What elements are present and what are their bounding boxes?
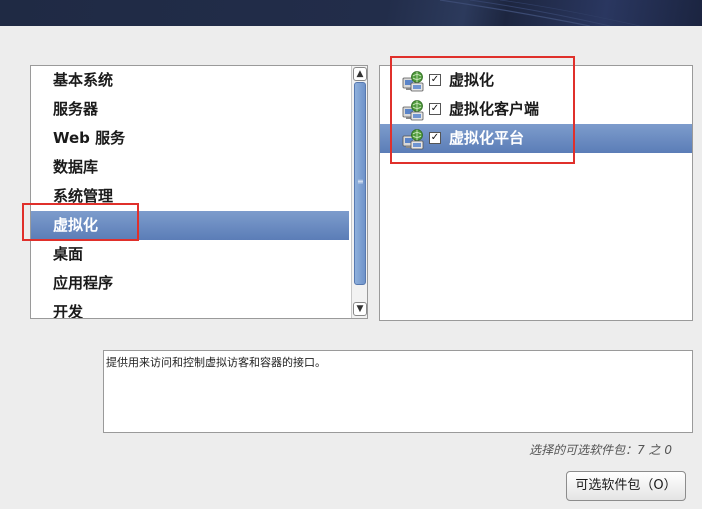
arrow-up-icon[interactable]: ▲ <box>353 67 367 81</box>
package-description: 提供用来访问和控制虚拟访客和容器的接口。 <box>103 350 693 433</box>
category-item[interactable]: Web 服务 <box>31 124 349 153</box>
computer-network-icon <box>402 99 424 121</box>
computer-network-icon <box>402 70 424 92</box>
package-label: 虚拟化平台 <box>449 129 525 147</box>
category-item[interactable]: 基本系统 <box>31 66 349 95</box>
selected-count: 选择的可选软件包：7 之 0 <box>529 443 672 457</box>
category-item[interactable]: 虚拟化 <box>31 211 349 240</box>
category-item[interactable]: 应用程序 <box>31 269 349 298</box>
banner-decoration <box>439 0 641 26</box>
category-label: 开发 <box>53 303 84 319</box>
scrollbar-thumb[interactable]: ≡ <box>354 82 366 285</box>
category-item[interactable]: 系统管理 <box>31 182 349 211</box>
package-checkbox[interactable]: ✓ <box>429 74 441 86</box>
top-banner <box>0 0 702 26</box>
package-label: 虚拟化 <box>449 71 495 89</box>
category-list[interactable]: 基本系统服务器 Web 服务 数据库系统管理虚拟化桌面应用程序开发 ▲ ≡ ▼ <box>30 65 368 319</box>
category-label: Web 服务 <box>53 129 126 147</box>
category-label: 数据库 <box>53 158 99 176</box>
arrow-down-icon[interactable]: ▼ <box>353 302 367 316</box>
category-label: 基本系统 <box>53 71 114 89</box>
package-checkbox[interactable]: ✓ <box>429 103 441 115</box>
package-label: 虚拟化客户端 <box>449 100 540 118</box>
category-item[interactable]: 桌面 <box>31 240 349 269</box>
category-item[interactable]: 开发 <box>31 298 349 319</box>
category-scrollbar[interactable]: ▲ ≡ ▼ <box>351 66 367 318</box>
package-item[interactable]: ✓ 虚拟化客户端 <box>380 95 692 124</box>
optional-packages-button[interactable]: 可选软件包（O） <box>566 471 686 501</box>
category-label: 系统管理 <box>53 187 114 205</box>
category-item[interactable]: 数据库 <box>31 153 349 182</box>
checkmark-icon: ✓ <box>430 132 440 143</box>
package-checkbox[interactable]: ✓ <box>429 132 441 144</box>
package-list[interactable]: ✓ 虚拟化 ✓ 虚拟化客户端 ✓ 虚拟化平台 <box>379 65 693 321</box>
category-item[interactable]: 服务器 <box>31 95 349 124</box>
checkmark-icon: ✓ <box>430 103 440 114</box>
category-label: 应用程序 <box>53 274 114 292</box>
category-label: 虚拟化 <box>53 216 99 234</box>
description-text: 提供用来访问和控制虚拟访客和容器的接口。 <box>106 356 326 369</box>
category-label: 服务器 <box>53 100 99 118</box>
package-item[interactable]: ✓ 虚拟化 <box>380 66 692 95</box>
checkmark-icon: ✓ <box>430 74 440 85</box>
package-item[interactable]: ✓ 虚拟化平台 <box>380 124 692 153</box>
category-label: 桌面 <box>53 245 84 263</box>
grip-icon: ≡ <box>357 177 364 186</box>
computer-network-icon <box>402 128 424 150</box>
